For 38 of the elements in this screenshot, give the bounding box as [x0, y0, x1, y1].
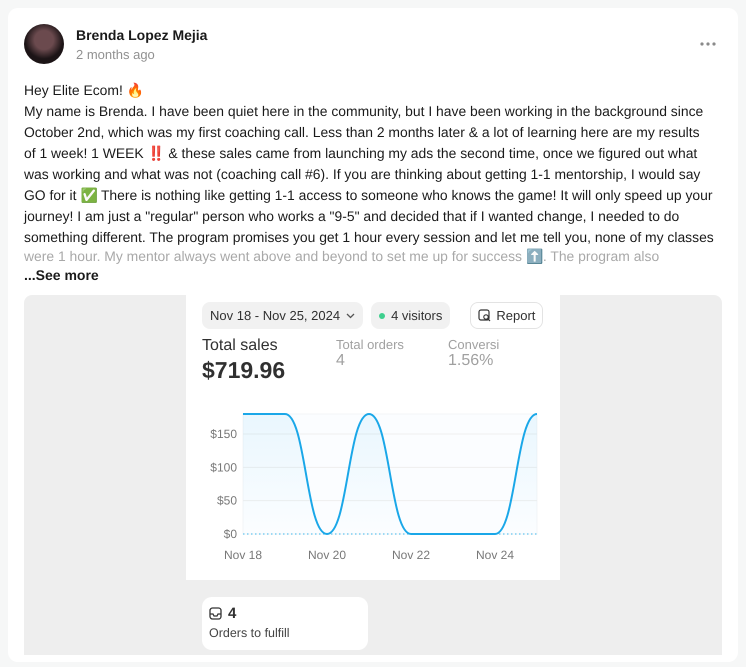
post-text-line: Hey Elite Ecom! 🔥: [24, 81, 144, 100]
post-text-line: of 1 week! 1 WEEK ‼ & these sales came from launching my ads the second time, once we figured out what: [24, 144, 698, 163]
post-text-line: was working and what was not (coaching call #6). If you are thinking about getting 1-1 mentorship, I would say: [24, 165, 700, 184]
metric-value: 4: [336, 352, 346, 370]
post-text-line: GO for it ✅ There is nothing like getting 1-1 access to someone who knows the game! It will only speed up your: [24, 186, 712, 205]
axis-label: Nov 24: [476, 548, 514, 562]
status-dot-icon: [379, 312, 386, 318]
post-time: 2 months ago: [76, 46, 156, 62]
metric-label: Conversi: [448, 337, 500, 352]
report-icon: [478, 309, 492, 322]
post-text-line: were 1 hour. My mentor always went above and beyond to set me up for success ⬆. The program also: [24, 248, 660, 265]
post-text-line: journey! I am just a "regular" person who works a "9-5" and decided that if I wanted change, I needed to do: [24, 207, 680, 226]
metric-label: Total orders: [336, 337, 405, 352]
axis-label: Nov 18: [224, 548, 262, 562]
author-name[interactable]: Brenda Lopez Mejia: [76, 26, 688, 42]
axis-label: $50: [216, 494, 237, 508]
orders-card[interactable]: 4 Orders to fulfill: [202, 597, 368, 650]
inbox-icon: [209, 607, 222, 620]
more-options-icon[interactable]: [700, 42, 716, 46]
post-text-line: October 2nd, which was my first coaching call. Less than 2 months later & a lot of learning here are my results: [24, 123, 700, 142]
orders-count: 4: [228, 605, 236, 622]
date-range-button[interactable]: Nov 18 - Nov 25, 2024: [202, 302, 364, 329]
post-text-line: something different. The program promises you get 1 hour every session and let me tell you, none of my classes: [24, 228, 714, 247]
orders-label: Orders to fulfill: [209, 626, 291, 640]
metric-value: $719.96: [202, 357, 286, 384]
avatar[interactable]: [24, 24, 64, 64]
post-text-line: My name is Brenda. I have been quiet here in the community, but I have been working in the background since: [24, 102, 704, 121]
axis-label: $0: [224, 527, 237, 541]
axis-label: $150: [210, 427, 237, 441]
axis-label: $100: [210, 460, 237, 474]
chevron-down-icon: [346, 312, 356, 318]
axis-label: Nov 22: [392, 548, 430, 562]
metric-label: Total sales: [202, 337, 279, 355]
axis-label: Nov 20: [308, 548, 346, 562]
report-button[interactable]: Report: [470, 302, 544, 329]
visitors-count: 4 visitors: [391, 308, 442, 323]
see-more-link[interactable]: ...See more: [24, 267, 99, 283]
metric-value: 1.56%: [448, 352, 494, 370]
